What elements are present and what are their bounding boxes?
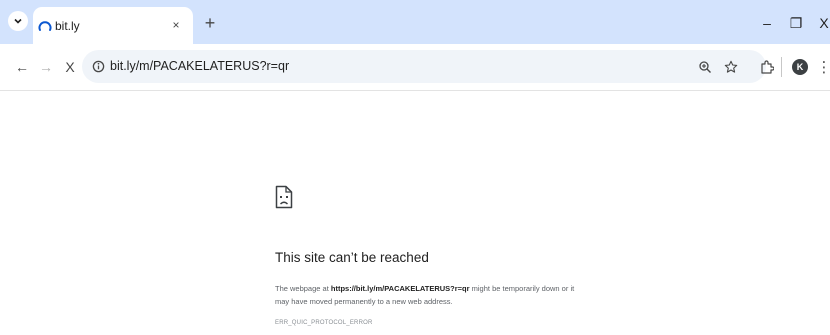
loading-spinner-icon: [38, 21, 52, 31]
stop-button[interactable]: X: [60, 57, 80, 77]
tab-title: bit.ly: [55, 19, 80, 33]
zoom-icon[interactable]: [696, 58, 714, 76]
tab-close-button[interactable]: ×: [167, 16, 185, 34]
minimize-button[interactable]: –: [757, 14, 777, 32]
browser-toolbar: ← → X bit.ly/m/PACAKELATERUS?r=qr: [0, 44, 830, 91]
error-code: ERR_QUIC_PROTOCOL_ERROR: [275, 320, 373, 326]
new-tab-button[interactable]: +: [201, 13, 219, 33]
toolbar-divider: [781, 57, 782, 77]
address-bar[interactable]: bit.ly/m/PACAKELATERUS?r=qr: [82, 50, 766, 83]
restore-button[interactable]: ❐: [786, 14, 806, 32]
error-description-prefix: The webpage at: [275, 284, 331, 293]
tab-strip: bit.ly × + – ❐ X: [0, 0, 830, 44]
tab-search-button[interactable]: [8, 11, 28, 31]
error-title: This site can’t be reached: [275, 250, 429, 265]
window-close-button[interactable]: X: [814, 14, 830, 32]
menu-icon[interactable]: ⋮: [814, 57, 830, 77]
extensions-icon[interactable]: [757, 57, 777, 77]
forward-button[interactable]: →: [36, 57, 56, 77]
sad-page-icon: [275, 185, 293, 209]
bookmark-star-icon[interactable]: [722, 58, 740, 76]
url-text[interactable]: bit.ly/m/PACAKELATERUS?r=qr: [110, 59, 289, 73]
profile-avatar[interactable]: K: [792, 59, 808, 75]
site-info-icon[interactable]: [90, 58, 106, 74]
chevron-down-icon: [14, 18, 22, 24]
back-button[interactable]: ←: [12, 57, 32, 77]
error-url: https://bit.ly/m/PACAKELATERUS?r=qr: [330, 284, 470, 293]
error-description: The webpage at https://bit.ly/m/PACAKELA…: [275, 282, 585, 308]
active-tab[interactable]: bit.ly ×: [33, 7, 193, 44]
